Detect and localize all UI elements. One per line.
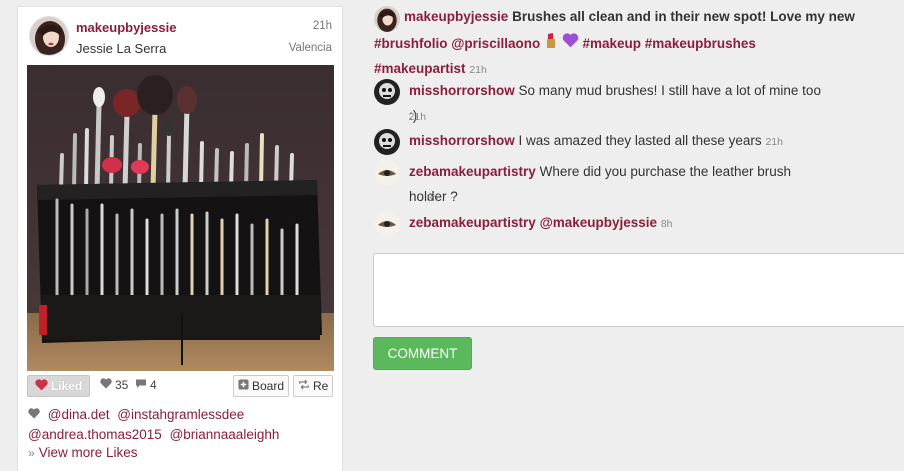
post-username[interactable]: makeupbyjessie: [76, 20, 176, 35]
comment-time: 8h: [660, 218, 673, 230]
caption-text: Brushes all clean and in their new spot!…: [512, 9, 855, 24]
hashtag[interactable]: #makeupbrushes: [645, 36, 756, 51]
repost-icon: [298, 379, 310, 393]
comment-time: 21h: [408, 111, 427, 123]
like-user[interactable]: @dina.det: [48, 407, 110, 422]
caption-avatar[interactable]: [374, 6, 400, 32]
comment-item: misshorrorshow So many mud brushes! I st…: [409, 78, 829, 128]
post-actions: Liked 35 4 Board Re: [27, 375, 334, 398]
comment-button[interactable]: COMMENT: [373, 337, 472, 370]
comment-input[interactable]: [373, 253, 904, 327]
comment-username[interactable]: misshorrorshow: [409, 83, 515, 98]
caption-tags: #brushfolio @priscillaono #makeup #makeu…: [374, 31, 894, 83]
comment-avatar[interactable]: [374, 79, 400, 105]
post-card: makeupbyjessie Jessie La Serra 21h Valen…: [17, 6, 343, 471]
heart-small-icon: [28, 407, 44, 422]
hashtag[interactable]: #brushfolio: [374, 36, 448, 51]
user-avatar[interactable]: [29, 16, 69, 56]
caption-line1: makeupbyjessie Brushes all clean and in …: [404, 4, 874, 29]
plus-square-icon: [238, 379, 249, 393]
board-button[interactable]: Board: [233, 375, 290, 397]
comment-bubble-icon: [135, 378, 147, 392]
likes-list: @dina.det @instahgramlessdee @andrea.tho…: [28, 405, 338, 445]
hashtag[interactable]: #makeup: [583, 36, 642, 51]
comment-avatar[interactable]: [374, 160, 400, 186]
post-location[interactable]: Valencia: [289, 42, 332, 54]
comment-text: I was amazed they lasted all these years: [518, 133, 762, 148]
comment-time: 8h: [426, 192, 439, 204]
comment-avatar[interactable]: [374, 129, 400, 155]
lipstick-icon: [544, 33, 562, 51]
view-more-label: View more Likes: [38, 445, 138, 460]
board-label: Board: [252, 379, 285, 393]
comments-count-stat[interactable]: 4: [135, 378, 157, 392]
comment-item: zebamakeupartistry @makeupbyjessie 8h: [409, 210, 889, 237]
purple-heart-icon: [562, 33, 583, 51]
comment-username[interactable]: zebamakeupartistry: [409, 164, 536, 179]
like-user[interactable]: @instahgramlessdee: [117, 407, 244, 422]
double-chevron-icon: »: [28, 446, 35, 460]
comment-mention[interactable]: @makeupbyjessie: [540, 215, 657, 230]
comment-item: zebamakeupartistry Where did you purchas…: [409, 159, 829, 209]
regram-button[interactable]: Re: [293, 375, 334, 397]
heart-outline-icon: [100, 378, 112, 392]
comment-username[interactable]: zebamakeupartistry: [409, 215, 536, 230]
post-photo[interactable]: [27, 65, 334, 371]
liked-label: Liked: [50, 379, 83, 393]
caption-username[interactable]: makeupbyjessie: [404, 9, 508, 24]
post-fullname: Jessie La Serra: [76, 41, 167, 56]
comments-count: 4: [150, 378, 157, 392]
post-time: 21h: [312, 20, 332, 32]
comment-time-line: too :) 21h: [374, 103, 427, 130]
like-user[interactable]: @andrea.thomas2015: [28, 427, 162, 442]
comment-username[interactable]: misshorrorshow: [409, 133, 515, 148]
view-more-likes[interactable]: » View more Likes: [28, 445, 137, 460]
comment-time: 21h: [765, 136, 783, 148]
comment-time-line: holder ? 8h: [374, 184, 439, 211]
comment-avatar[interactable]: [374, 211, 400, 237]
like-user[interactable]: @briannaaaleighh: [170, 427, 280, 442]
hashtag[interactable]: #makeupartist: [374, 61, 466, 76]
heart-icon: [35, 378, 48, 394]
comment-item: misshorrorshow I was amazed they lasted …: [409, 128, 889, 155]
regram-label: Re: [313, 379, 329, 393]
mention[interactable]: @priscillaono: [451, 36, 540, 51]
liked-button[interactable]: Liked: [27, 375, 90, 397]
caption-time: 21h: [469, 64, 487, 76]
likes-count: 35: [115, 378, 129, 392]
likes-count-stat[interactable]: 35: [100, 378, 128, 392]
